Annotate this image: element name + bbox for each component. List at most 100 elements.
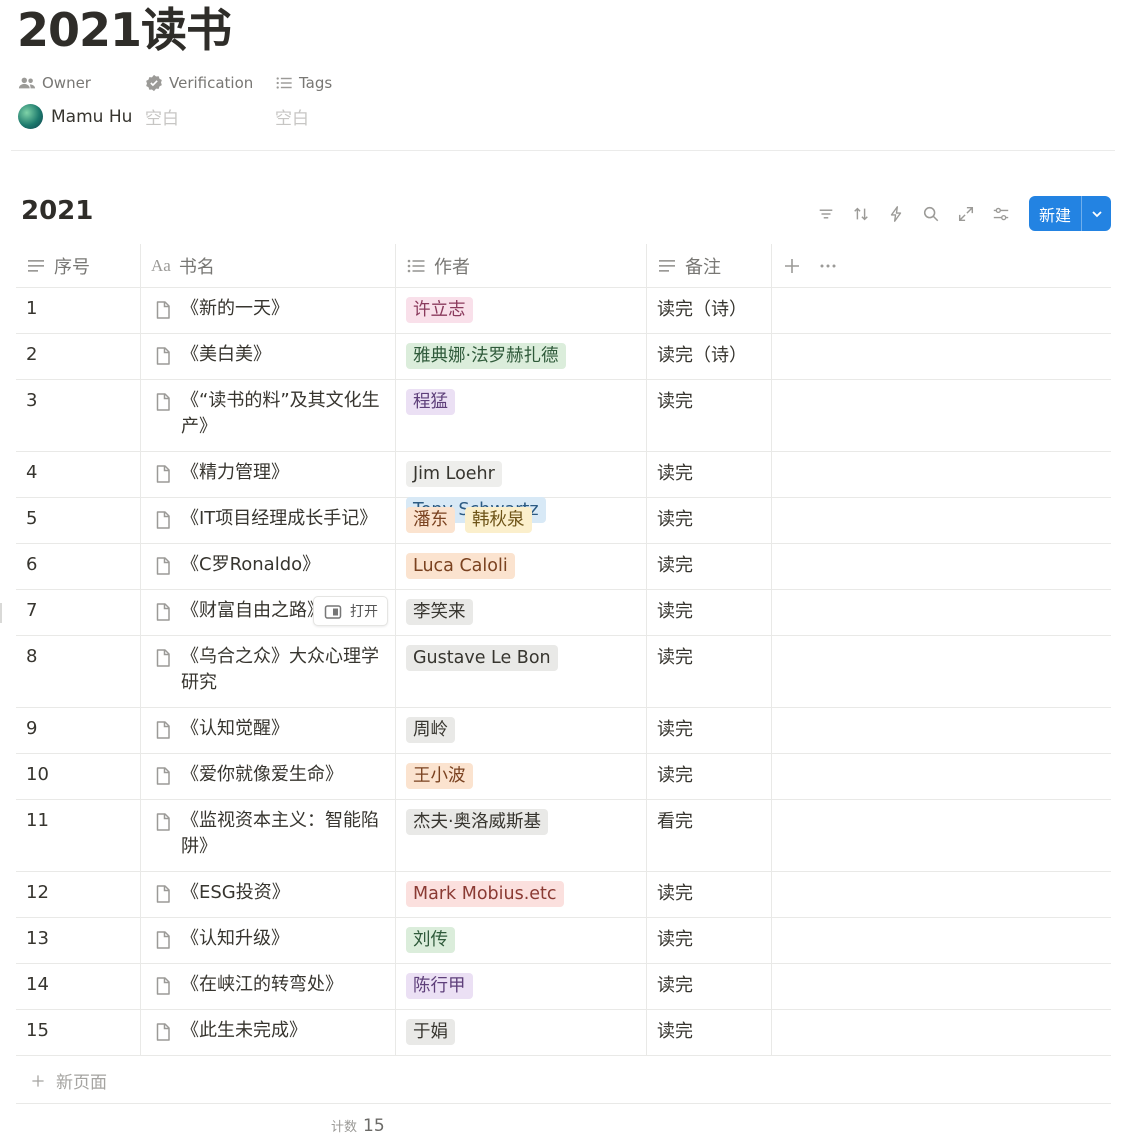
note-cell[interactable]: 读完 <box>647 544 772 589</box>
note-cell[interactable]: 读完 <box>647 754 772 799</box>
author-tag[interactable]: 程猛 <box>406 389 455 415</box>
table-row[interactable]: 10 《爱你就像爱生命》 王小波 读完 <box>16 754 1111 800</box>
row-drag-handle[interactable] <box>0 603 2 623</box>
row-count[interactable]: 计数 15 <box>331 1116 385 1136</box>
empty-cell[interactable] <box>772 754 1111 799</box>
book-title-cell[interactable]: 《乌合之众》大众心理学研究 <box>141 636 396 707</box>
book-title[interactable]: 《乌合之众》大众心理学研究 <box>181 644 385 707</box>
owner-property[interactable]: Owner <box>18 72 145 94</box>
book-title-cell[interactable]: 《此生未完成》 <box>141 1010 396 1055</box>
author-tag[interactable]: 李笑来 <box>406 599 473 625</box>
note-cell[interactable]: 读完（诗） <box>647 334 772 379</box>
empty-cell[interactable] <box>772 918 1111 963</box>
author-tag[interactable]: 潘东 <box>406 507 455 533</box>
book-title-cell[interactable]: 《认知觉醒》 <box>141 708 396 753</box>
table-row[interactable]: 7 《财富自由之路》 打开 李笑来 读完 <box>16 590 1111 636</box>
open-page-button[interactable]: 打开 <box>313 596 388 626</box>
note-cell[interactable]: 读完（诗） <box>647 288 772 333</box>
row-number-cell[interactable]: 13 <box>16 918 141 963</box>
table-row[interactable]: 6 《C罗Ronaldo》 Luca Caloli 读完 <box>16 544 1111 590</box>
book-title[interactable]: 《ESG投资》 <box>181 880 290 917</box>
database-title[interactable]: 2021 <box>21 196 93 226</box>
empty-cell[interactable] <box>772 380 1111 451</box>
empty-cell[interactable] <box>772 452 1111 497</box>
row-number-cell[interactable]: 4 <box>16 452 141 497</box>
column-header-author[interactable]: 作者 <box>396 244 647 287</box>
expand-icon[interactable] <box>949 197 984 231</box>
note-cell[interactable]: 读完 <box>647 1010 772 1055</box>
book-title-cell[interactable]: 《“读书的料”及其文化生产》 <box>141 380 396 451</box>
settings-sliders-icon[interactable] <box>984 197 1019 231</box>
more-dots-icon[interactable] <box>818 256 838 276</box>
book-title-cell[interactable]: 《美白美》 <box>141 334 396 379</box>
author-tag[interactable]: Jim Loehr <box>406 461 502 487</box>
table-row[interactable]: 12 《ESG投资》 Mark Mobius.etc 读完 <box>16 872 1111 918</box>
filter-icon[interactable] <box>809 197 844 231</box>
book-title[interactable]: 《爱你就像爱生命》 <box>181 762 343 799</box>
note-cell[interactable]: 读完 <box>647 498 772 543</box>
row-number-cell[interactable]: 1 <box>16 288 141 333</box>
book-title-cell[interactable]: 《爱你就像爱生命》 <box>141 754 396 799</box>
author-cell[interactable]: 雅典娜·法罗赫扎德 <box>396 334 647 379</box>
tags-value[interactable]: 空白 <box>275 104 309 129</box>
row-number-cell[interactable]: 7 <box>16 590 141 635</box>
book-title[interactable]: 《此生未完成》 <box>181 1018 307 1055</box>
new-button[interactable]: 新建 <box>1028 196 1111 231</box>
table-row[interactable]: 11 《监视资本主义：智能陷阱》 杰夫·奥洛威斯基 看完 <box>16 800 1111 872</box>
note-cell[interactable]: 读完 <box>647 380 772 451</box>
row-number-cell[interactable]: 2 <box>16 334 141 379</box>
book-title-cell[interactable]: 《新的一天》 <box>141 288 396 333</box>
author-tag[interactable]: 陈行甲 <box>406 973 473 999</box>
table-row[interactable]: 14 《在峡江的转弯处》 陈行甲 读完 <box>16 964 1111 1010</box>
row-number-cell[interactable]: 9 <box>16 708 141 753</box>
empty-cell[interactable] <box>772 636 1111 707</box>
book-title-cell[interactable]: 《认知升级》 <box>141 918 396 963</box>
book-title-cell[interactable]: 《财富自由之路》 打开 <box>141 590 396 635</box>
row-number-cell[interactable]: 15 <box>16 1010 141 1055</box>
author-cell[interactable]: 周岭 <box>396 708 647 753</box>
author-tag[interactable]: 韩秋泉 <box>465 507 532 533</box>
author-tag[interactable]: 雅典娜·法罗赫扎德 <box>406 343 566 369</box>
author-tag[interactable]: 周岭 <box>406 717 455 743</box>
empty-cell[interactable] <box>772 288 1111 333</box>
author-cell[interactable]: 于娟 <box>396 1010 647 1055</box>
table-row[interactable]: 15 《此生未完成》 于娟 读完 <box>16 1010 1111 1056</box>
empty-cell[interactable] <box>772 872 1111 917</box>
row-number-cell[interactable]: 8 <box>16 636 141 707</box>
empty-cell[interactable] <box>772 964 1111 1009</box>
table-row[interactable]: 8 《乌合之众》大众心理学研究 Gustave Le Bon 读完 <box>16 636 1111 708</box>
book-title-cell[interactable]: 《ESG投资》 <box>141 872 396 917</box>
note-cell[interactable]: 读完 <box>647 590 772 635</box>
column-header-title[interactable]: Aa 书名 <box>141 244 396 287</box>
table-row[interactable]: 3 《“读书的料”及其文化生产》 程猛 读完 <box>16 380 1111 452</box>
column-header-number[interactable]: 序号 <box>16 244 141 287</box>
empty-cell[interactable] <box>772 800 1111 871</box>
table-row[interactable]: 13 《认知升级》 刘传 读完 <box>16 918 1111 964</box>
book-title[interactable]: 《新的一天》 <box>181 296 289 333</box>
author-cell[interactable]: 潘东 韩秋泉 <box>396 498 647 543</box>
note-cell[interactable]: 读完 <box>647 636 772 707</box>
book-title-cell[interactable]: 《C罗Ronaldo》 <box>141 544 396 589</box>
note-cell[interactable]: 读完 <box>647 872 772 917</box>
note-cell[interactable]: 读完 <box>647 452 772 497</box>
book-title[interactable]: 《认知升级》 <box>181 926 289 963</box>
book-title[interactable]: 《认知觉醒》 <box>181 716 289 753</box>
empty-cell[interactable] <box>772 590 1111 635</box>
author-cell[interactable]: Gustave Le Bon <box>396 636 647 707</box>
author-cell[interactable]: 王小波 <box>396 754 647 799</box>
table-row[interactable]: 1 《新的一天》 许立志 读完（诗） <box>16 288 1111 334</box>
author-tag[interactable]: 杰夫·奥洛威斯基 <box>406 809 549 835</box>
row-number-cell[interactable]: 11 <box>16 800 141 871</box>
table-row[interactable]: 4 《精力管理》 Jim LoehrTony Schwartz 读完 <box>16 452 1111 523</box>
author-cell[interactable]: Jim LoehrTony Schwartz <box>396 452 647 523</box>
author-cell[interactable]: 程猛 <box>396 380 647 451</box>
author-tag[interactable]: Mark Mobius.etc <box>406 881 564 907</box>
new-button-label[interactable]: 新建 <box>1029 196 1081 231</box>
row-number-cell[interactable]: 3 <box>16 380 141 451</box>
note-cell[interactable]: 读完 <box>647 964 772 1009</box>
empty-cell[interactable] <box>772 498 1111 543</box>
author-tag[interactable]: 于娟 <box>406 1019 455 1045</box>
author-tag[interactable]: 王小波 <box>406 763 473 789</box>
search-icon[interactable] <box>914 197 949 231</box>
table-row[interactable]: 2 《美白美》 雅典娜·法罗赫扎德 读完（诗） <box>16 334 1111 380</box>
